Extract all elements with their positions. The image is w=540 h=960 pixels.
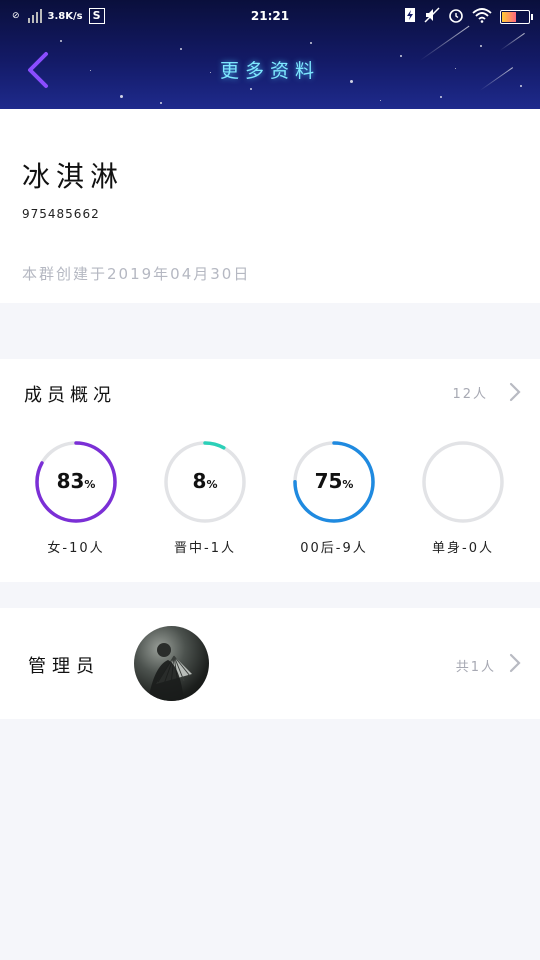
members-overview-card[interactable]: 成员概况 12人 83% 女-10人 8% 晋中-1人 75% 00后-9人 单… [0,359,540,582]
alarm-icon [448,7,464,26]
admin-section-title: 管理员 [28,656,100,677]
group-created-date: 本群创建于2019年04月30日 [22,265,251,283]
page-title: 更多资料 [219,60,320,82]
stat-age: 75% 00后-9人 [291,439,377,556]
admin-card[interactable]: 管理员 共1人 [0,608,540,719]
fan-figure-icon [148,643,192,701]
wifi-icon [472,7,492,26]
stat-label: 女-10人 [47,541,105,556]
chevron-right-icon[interactable] [508,381,522,403]
battery-saver-icon [404,7,416,26]
stat-value: 83% [56,469,96,493]
group-id: 975485662 [22,207,100,221]
stat-region: 8% 晋中-1人 [162,439,248,556]
group-info-card: 冰淇淋 975485662 本群创建于2019年04月30日 [0,109,540,303]
admin-avatar[interactable] [134,626,209,701]
header-banner: ⊘ 3.8K/s S 21:21 更多资料 [0,0,540,109]
stat-label: 00后-9人 [300,541,368,556]
stat-label: 晋中-1人 [174,541,236,556]
member-count: 12人 [452,387,488,402]
status-bar: ⊘ 3.8K/s S 21:21 [0,0,540,34]
mute-icon [424,7,440,26]
members-section-title: 成员概况 [24,385,116,406]
stat-single: 单身-0人 [420,439,506,556]
stat-label: 单身-0人 [432,541,494,556]
battery-icon [500,9,533,24]
stat-value: 75% [314,469,354,493]
chevron-right-icon[interactable] [508,652,522,674]
stat-value: 8% [192,469,218,493]
stat-female: 83% 女-10人 [33,439,119,556]
group-name: 冰淇淋 [22,160,125,193]
admin-count: 共1人 [455,660,496,675]
